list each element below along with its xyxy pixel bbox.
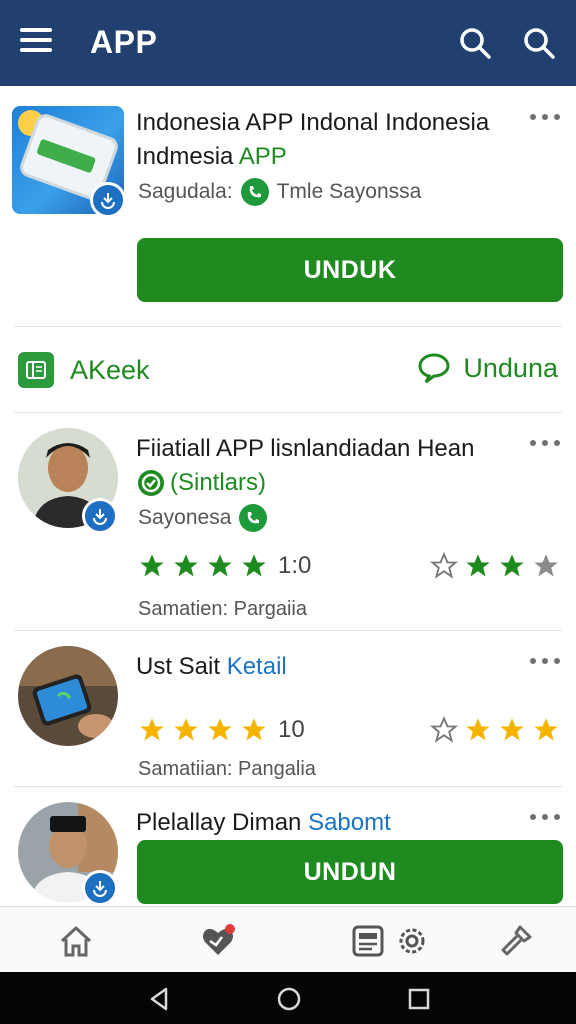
featured-card: Indonesia APP Indonal Indonesia Indmesia…: [0, 86, 576, 326]
system-navigation-bar: [0, 972, 576, 1024]
phone-icon: [239, 504, 268, 532]
home-icon[interactable]: [58, 923, 94, 959]
item-title: Plelallay Diman Sabomt: [136, 806, 391, 840]
item-title-text: Ust Sait: [136, 653, 227, 680]
list-item[interactable]: Fiiatiall APP lisnlandiadan Hean (Sintla…: [0, 412, 576, 630]
avatar: [18, 646, 118, 746]
rating-value: 10: [278, 716, 305, 743]
phone-icon: [240, 178, 269, 206]
featured-sub-value: Tmle Sayonssa: [276, 180, 422, 203]
featured-title-highlight: APP: [238, 143, 287, 170]
list-item[interactable]: Plelallay Diman Sabomt UNDUN: [0, 786, 576, 906]
flashlight-icon[interactable]: [498, 923, 534, 959]
star-icon: [174, 554, 198, 577]
star-icon: [500, 718, 524, 741]
rating-value: 1:0: [278, 552, 312, 579]
star-gray-icon: [534, 554, 558, 577]
chat-check-icon: [138, 470, 164, 496]
more-options-icon[interactable]: [530, 440, 560, 450]
section-right-label: Unduna: [463, 352, 558, 383]
recents-icon[interactable]: [406, 986, 432, 1012]
star-icon: [140, 554, 164, 577]
star-icon: [466, 554, 490, 577]
bottom-navigation: [0, 906, 576, 972]
app-title: APP: [90, 24, 158, 60]
featured-title-line1: Indonesia APP Indonal Indonesia: [136, 109, 490, 136]
star-outline-icon: [430, 716, 458, 743]
list-item[interactable]: Ust Sait Ketail 10 Samatiian: Pangalia: [0, 630, 576, 786]
divider: [14, 326, 562, 327]
rating-stars: 10: [138, 716, 305, 744]
section-right-tab[interactable]: Unduna: [417, 352, 558, 384]
featured-title-text: Indmesia: [136, 143, 239, 170]
item-tag: (Sintlars): [136, 466, 266, 500]
item-title: Ust Sait Ketail: [136, 650, 287, 684]
feed[interactable]: Indonesia APP Indonal Indonesia Indmesia…: [0, 86, 576, 906]
item-title-link[interactable]: Sabomt: [308, 809, 391, 836]
star-icon: [534, 718, 558, 741]
download-badge-icon: [90, 182, 126, 218]
download-button[interactable]: UNDUK: [137, 238, 563, 302]
chat-bubble-icon: [418, 353, 450, 384]
star-icon: [242, 554, 266, 577]
item-meta: Samatien: Pargaiia: [138, 598, 307, 620]
menu-icon[interactable]: [20, 28, 52, 56]
back-icon[interactable]: [146, 986, 172, 1012]
item-title-text: Plelallay Diman: [136, 809, 309, 836]
more-options-icon[interactable]: [530, 658, 560, 668]
settings-icon[interactable]: [394, 923, 430, 959]
app-bar: APP: [0, 0, 576, 86]
book-icon: [18, 352, 54, 388]
star-icon: [140, 718, 164, 741]
download-button[interactable]: UNDUN: [137, 840, 563, 904]
search-icon[interactable]: [458, 26, 492, 60]
star-icon: [208, 718, 232, 741]
rating-stars-right: [430, 552, 560, 580]
download-badge-icon: [82, 870, 118, 906]
star-icon: [174, 718, 198, 741]
section-left-tab[interactable]: AKeek: [18, 352, 150, 388]
download-badge-icon: [82, 498, 118, 534]
news-icon[interactable]: [350, 923, 386, 959]
rating-stars: 1:0: [138, 552, 311, 580]
item-title-link[interactable]: Ketail: [227, 653, 287, 680]
star-icon: [242, 718, 266, 741]
item-title: Fiiatiall APP lisnlandiadan Hean: [136, 435, 475, 462]
item-subline: Sayonesa: [138, 504, 268, 532]
home-circle-icon[interactable]: [276, 986, 302, 1012]
heart-notification-icon[interactable]: [200, 923, 236, 959]
item-meta: Samatiian: Pangalia: [138, 758, 316, 780]
more-options-icon[interactable]: [530, 814, 560, 824]
rating-stars-right: [430, 716, 560, 744]
section-left-label: AKeek: [70, 354, 150, 385]
star-outline-icon: [430, 552, 458, 579]
more-options-icon[interactable]: [530, 114, 560, 124]
featured-subline: Sagudala: Tmle Sayonssa: [138, 178, 421, 206]
star-icon: [466, 718, 490, 741]
section-header: AKeek Unduna: [0, 328, 576, 412]
featured-title-line2: Indmesia APP: [136, 140, 287, 174]
featured-sub-label: Sagudala:: [138, 180, 233, 203]
search-icon[interactable]: [522, 26, 556, 60]
star-icon: [500, 554, 524, 577]
star-icon: [208, 554, 232, 577]
item-sub-text: Sayonesa: [138, 506, 232, 529]
item-tag-text: (Sintlars): [170, 469, 267, 496]
